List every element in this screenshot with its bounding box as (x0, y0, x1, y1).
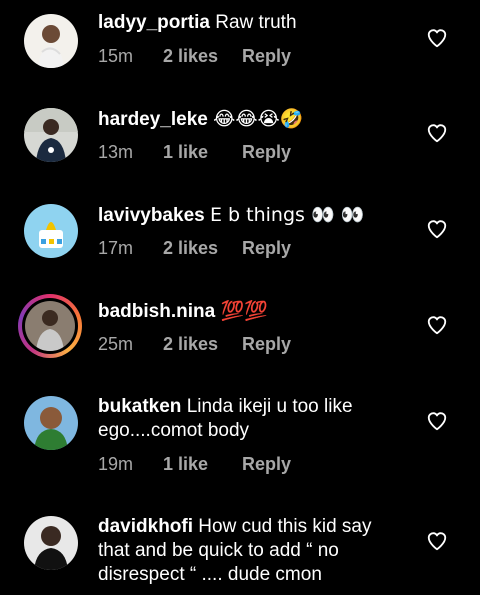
story-ring (22, 298, 78, 354)
avatar[interactable] (24, 108, 78, 162)
avatar[interactable] (24, 516, 78, 570)
comment-likes[interactable]: 2 likes (163, 46, 237, 67)
comment-username[interactable]: bukatken (98, 396, 181, 417)
comment-timestamp: 15m (98, 46, 134, 66)
reply-button[interactable]: Reply (242, 238, 291, 259)
heart-outline-icon[interactable] (426, 410, 448, 432)
heart-outline-icon[interactable] (426, 27, 448, 49)
comment-text: 💯💯 (220, 300, 268, 322)
comment-username[interactable]: lavivybakes (98, 205, 205, 226)
reply-button[interactable]: Reply (242, 46, 291, 67)
heart-outline-icon[interactable] (426, 122, 448, 144)
comment-timestamp: 19m (98, 454, 134, 474)
heart-outline-icon[interactable] (426, 530, 448, 552)
avatar[interactable] (24, 396, 78, 450)
comment-likes[interactable]: 1 like (163, 142, 237, 163)
heart-outline-icon[interactable] (426, 218, 448, 240)
comment-text: Raw truth (215, 12, 297, 33)
reply-button[interactable]: Reply (242, 142, 291, 163)
comment-timestamp: 17m (98, 238, 134, 258)
comment-timestamp: 13m (98, 142, 134, 162)
avatar-image (25, 301, 75, 351)
avatar[interactable] (18, 294, 82, 358)
avatar[interactable] (24, 204, 78, 258)
comment-timestamp: 25m (98, 334, 134, 354)
heart-outline-icon[interactable] (426, 314, 448, 336)
comment-likes[interactable]: 2 likes (163, 238, 237, 259)
comment-likes[interactable]: 2 likes (163, 334, 237, 355)
comment-likes[interactable]: 1 like (163, 454, 237, 475)
reply-button[interactable]: Reply (242, 454, 291, 475)
comment-text: 😂😂😭🤣 (213, 108, 304, 130)
comment-username[interactable]: hardey_leke (98, 109, 208, 130)
avatar[interactable] (24, 14, 78, 68)
comment-text: E b things 👀 👀 (209, 204, 365, 226)
comment-username[interactable]: ladyy_portia (98, 12, 210, 33)
comment-username[interactable]: davidkhofi (98, 516, 193, 537)
comment-username[interactable]: badbish.nina (98, 301, 215, 322)
reply-button[interactable]: Reply (242, 334, 291, 355)
